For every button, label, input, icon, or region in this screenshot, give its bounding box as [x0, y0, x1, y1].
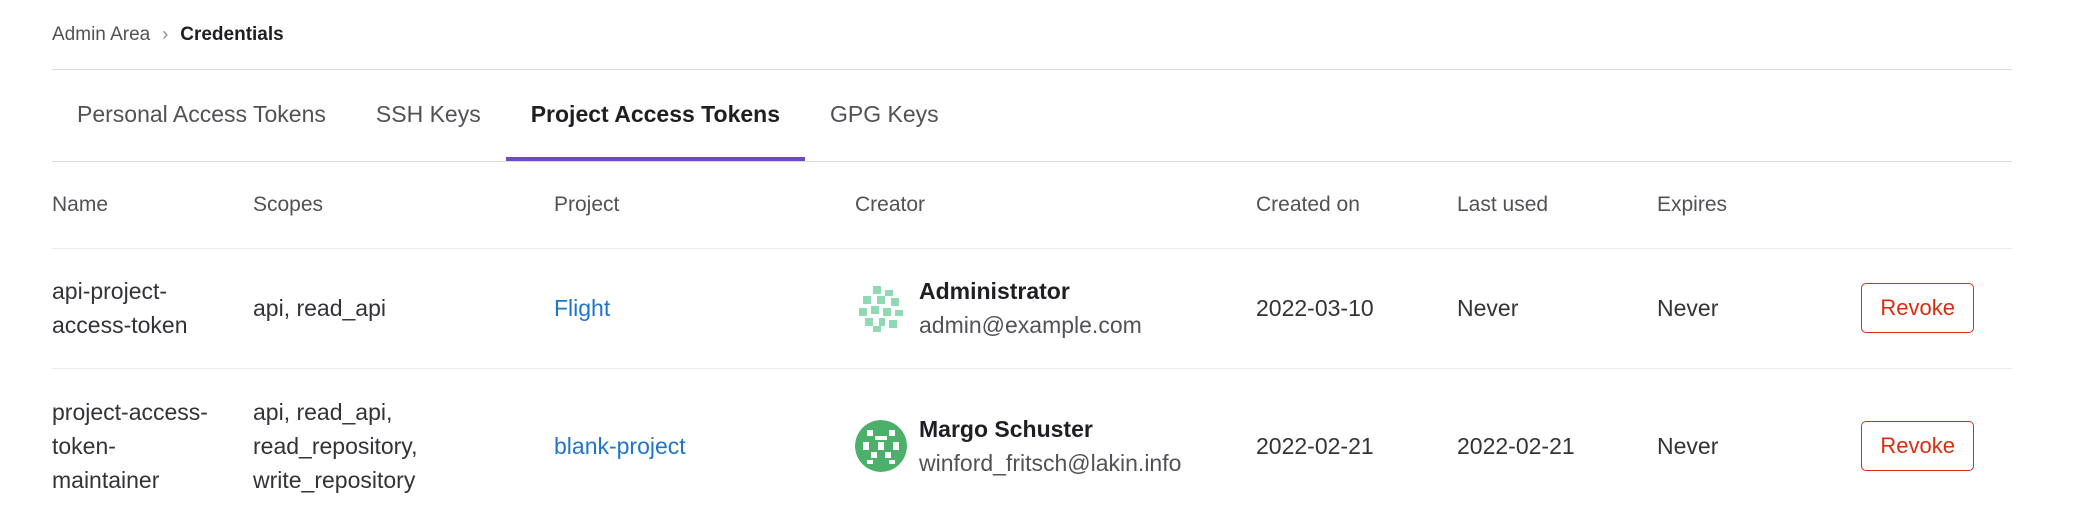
token-scopes-line: api, read_api — [253, 295, 386, 321]
breadcrumb-credentials: Credentials — [180, 23, 284, 45]
header-expires: Expires — [1657, 162, 1857, 249]
token-creator-cell: Administrator admin@example.com — [855, 248, 1256, 369]
project-link[interactable]: blank-project — [554, 433, 686, 459]
revoke-button[interactable]: Revoke — [1861, 421, 1974, 472]
tab-ssh-keys[interactable]: SSH Keys — [351, 71, 506, 161]
header-actions — [1857, 162, 2012, 249]
token-last-used: Never — [1457, 248, 1657, 369]
creator-text: Administrator admin@example.com — [919, 274, 1142, 342]
credentials-page: Admin Area › Credentials Personal Access… — [52, 0, 2012, 524]
token-name-cell: api-project- access-token — [52, 248, 253, 369]
header-scopes: Scopes — [253, 162, 554, 249]
header-created-on: Created on — [1256, 162, 1457, 249]
table-header-row: Name Scopes Project Creator Created on L… — [52, 162, 2012, 249]
breadcrumb-admin-area[interactable]: Admin Area — [52, 24, 150, 46]
header-project: Project — [554, 162, 855, 249]
token-creator-cell: Margo Schuster winford_fritsch@lakin.inf… — [855, 368, 1256, 524]
revoke-button[interactable]: Revoke — [1861, 283, 1974, 333]
token-name-line: access-token — [52, 312, 188, 338]
creator-email: winford_fritsch@lakin.info — [919, 450, 1182, 477]
token-name-line: project-access- — [52, 399, 208, 426]
project-link[interactable]: Flight — [554, 295, 610, 321]
token-last-used: 2022-02-21 — [1457, 433, 1575, 460]
token-project-cell: blank-project — [554, 368, 855, 524]
tokens-table: Name Scopes Project Creator Created on L… — [52, 162, 2012, 524]
breadcrumb-separator: › — [162, 24, 169, 44]
token-scopes-line: write_repository — [253, 467, 416, 494]
token-expires: Never — [1657, 433, 1719, 460]
header-last-used: Last used — [1457, 162, 1657, 249]
token-name-line: api-project- — [52, 278, 168, 304]
breadcrumb: Admin Area › Credentials — [52, 0, 2012, 70]
creator-info: Administrator admin@example.com — [855, 274, 1256, 342]
token-project-cell: Flight — [554, 248, 855, 369]
token-actions: Revoke — [1857, 368, 2012, 524]
token-scopes-cell: api, read_api, read_repository, write_re… — [253, 368, 554, 524]
creator-name[interactable]: Administrator — [919, 274, 1142, 308]
token-name-line: token- — [52, 433, 116, 460]
identicon-avatar-icon[interactable] — [855, 282, 907, 334]
token-actions: Revoke — [1857, 248, 2012, 369]
token-scopes-cell: api, read_api — [253, 248, 554, 369]
token-expires: Never — [1657, 248, 1857, 369]
tab-personal-access-tokens[interactable]: Personal Access Tokens — [52, 71, 351, 161]
token-created-on: 2022-02-21 — [1256, 433, 1374, 460]
token-name-cell: project-access- token- maintainer — [52, 368, 253, 524]
identicon-avatar-icon[interactable] — [855, 420, 907, 473]
tab-gpg-keys[interactable]: GPG Keys — [805, 71, 964, 161]
table-row: project-access- token- maintainer api, r… — [52, 368, 2012, 524]
token-name-line: maintainer — [52, 467, 160, 494]
token-scopes-line: read_repository, — [253, 433, 418, 460]
creator-text: Margo Schuster winford_fritsch@lakin.inf… — [919, 412, 1181, 480]
header-name: Name — [52, 162, 253, 249]
header-creator: Creator — [855, 162, 1256, 249]
creator-name[interactable]: Margo Schuster — [919, 412, 1181, 446]
creator-email: admin@example.com — [919, 312, 1142, 338]
tab-project-access-tokens[interactable]: Project Access Tokens — [505, 71, 806, 161]
table-row: api-project- access-token api, read_api … — [52, 248, 2012, 369]
token-created-on: 2022-03-10 — [1256, 248, 1457, 369]
creator-info: Margo Schuster winford_fritsch@lakin.inf… — [855, 412, 1256, 480]
credentials-tabs: Personal Access Tokens SSH Keys Project … — [52, 70, 2012, 162]
token-scopes-line: api, read_api, — [253, 399, 393, 426]
